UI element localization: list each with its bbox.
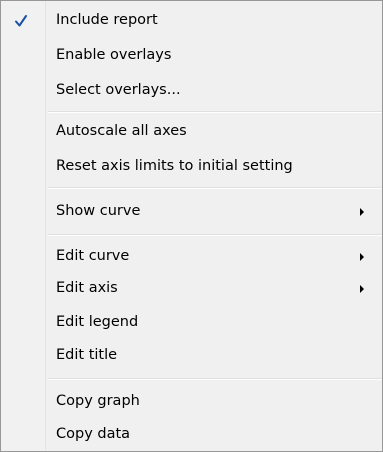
menu-item-label: Edit axis xyxy=(56,280,118,296)
menu-item-label: Copy graph xyxy=(56,393,140,409)
menu-item-reset-axis-limits[interactable]: Reset axis limits to initial setting xyxy=(1,149,382,184)
menu-item-autoscale-all-axes[interactable]: Autoscale all axes xyxy=(1,114,382,149)
menu-item-label: Show curve xyxy=(56,203,141,219)
checkmark-icon xyxy=(8,8,33,33)
menu-item-select-overlays[interactable]: Select overlays... xyxy=(1,73,382,108)
menu-item-edit-curve[interactable]: Edit curve xyxy=(1,239,382,274)
menu-separator xyxy=(48,187,382,189)
menu-separator xyxy=(48,111,382,113)
menu-separator xyxy=(48,234,382,236)
menu-item-edit-title[interactable]: Edit title xyxy=(1,338,382,373)
menu-item-enable-overlays[interactable]: Enable overlays xyxy=(1,38,382,73)
submenu-arrow-icon xyxy=(360,285,364,293)
menu-item-show-curve[interactable]: Show curve xyxy=(1,194,382,229)
menu-item-copy-data[interactable]: Copy data xyxy=(1,417,382,452)
submenu-arrow-icon xyxy=(360,253,364,261)
context-menu: Include report Enable overlays Select ov… xyxy=(0,0,383,452)
menu-item-label: Select overlays... xyxy=(56,82,181,98)
menu-item-label: Enable overlays xyxy=(56,47,172,63)
menu-item-label: Copy data xyxy=(56,426,131,442)
submenu-arrow-icon xyxy=(360,208,364,216)
menu-item-label: Edit curve xyxy=(56,248,130,264)
menu-item-edit-legend[interactable]: Edit legend xyxy=(1,305,382,340)
menu-item-label: Edit legend xyxy=(56,314,139,330)
menu-item-label: Include report xyxy=(56,12,158,28)
menu-item-label: Reset axis limits to initial setting xyxy=(56,158,293,174)
menu-item-label: Edit title xyxy=(56,347,118,363)
menu-item-label: Autoscale all axes xyxy=(56,123,187,139)
menu-separator xyxy=(48,378,382,380)
menu-item-copy-graph[interactable]: Copy graph xyxy=(1,384,382,419)
menu-item-edit-axis[interactable]: Edit axis xyxy=(1,271,382,306)
menu-item-include-report[interactable]: Include report xyxy=(1,3,382,38)
